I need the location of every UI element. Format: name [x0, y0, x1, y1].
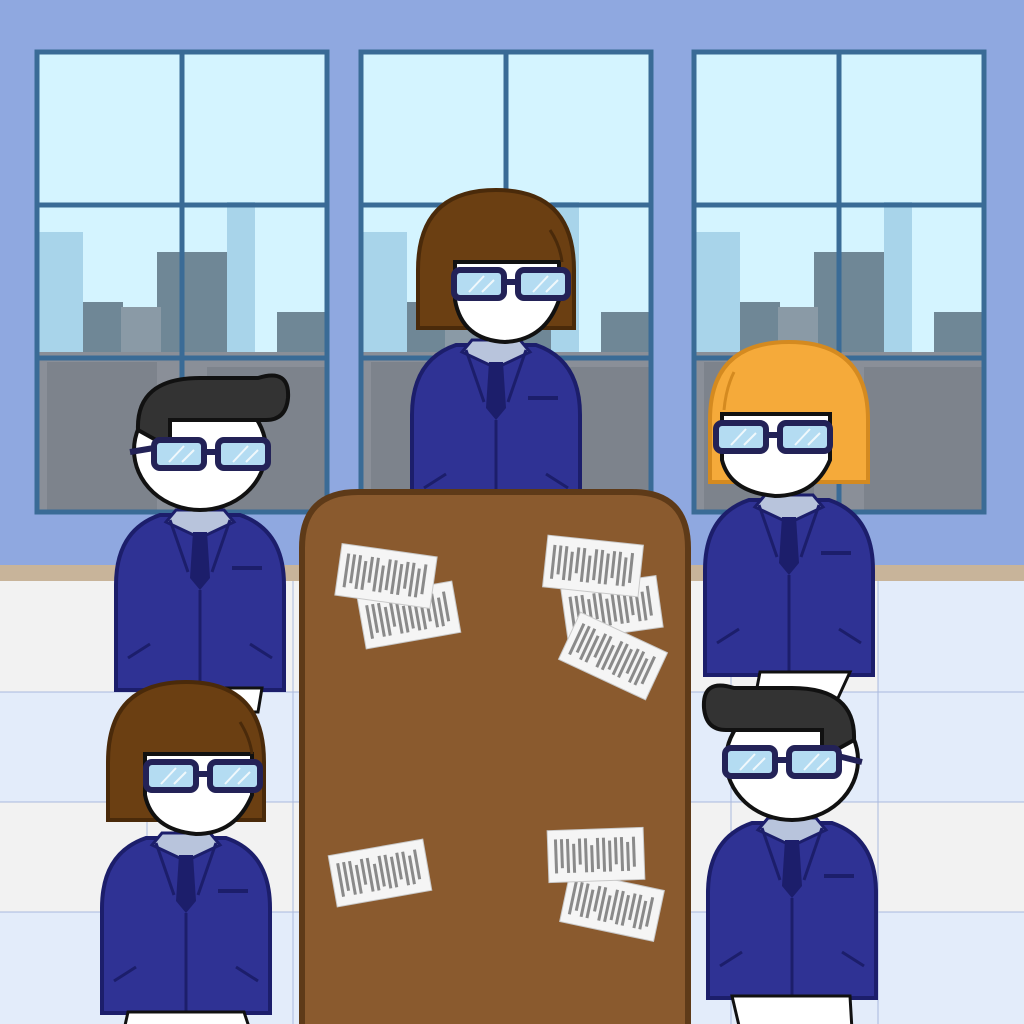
person-top-center — [410, 187, 582, 522]
office-meeting-scene — [0, 0, 1024, 1024]
person-left-lower — [100, 679, 272, 1024]
person-left-upper — [114, 373, 291, 714]
person-right-lower — [701, 683, 878, 1024]
paper-sheet — [541, 533, 645, 599]
person-right-upper — [703, 339, 875, 700]
paper-sheet — [545, 825, 647, 885]
